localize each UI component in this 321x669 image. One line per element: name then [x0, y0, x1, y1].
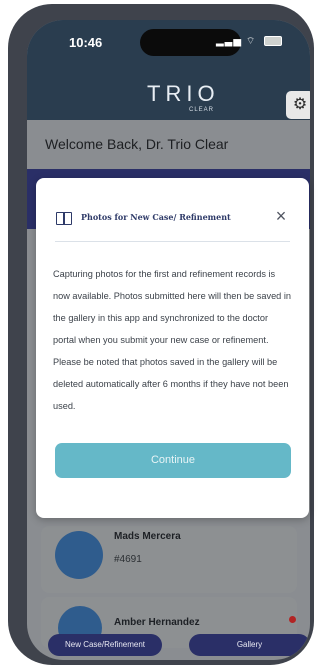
status-dot [289, 616, 296, 623]
signal-icon: ▂▃▅ [215, 36, 243, 47]
new-case-button[interactable]: New Case/Refinement [48, 634, 162, 656]
avatar [55, 531, 103, 579]
status-bar: 10:46 ▂▃▅ ⌔ [27, 20, 310, 64]
status-time: 10:46 [69, 35, 103, 50]
book-icon [56, 212, 72, 225]
welcome-banner: Welcome Back, Dr. Trio Clear [27, 120, 310, 169]
patient-name: Amber Hernandez [114, 617, 200, 628]
modal-body: Capturing photos for the first and refin… [53, 269, 291, 411]
modal-divider [55, 241, 290, 242]
photo-info-modal: Photos for New Case/ Refinement × Captur… [36, 178, 309, 518]
welcome-text: Welcome Back, Dr. Trio Clear [45, 136, 229, 152]
gallery-button[interactable]: Gallery [189, 634, 310, 656]
app-logo: TRIO [147, 81, 220, 106]
wifi-icon: ⌔ [245, 36, 257, 47]
patient-name: Mads Mercera [114, 531, 181, 542]
app-logo-subtitle: CLEAR [189, 107, 215, 113]
case-id: #4691 [114, 554, 142, 565]
continue-button[interactable]: Continue [55, 443, 291, 478]
bottom-navigation: New Case/Refinement Gallery [27, 634, 310, 660]
modal-title: Photos for New Case/ Refinement [81, 212, 231, 222]
modal-header: Photos for New Case/ Refinement × [56, 206, 291, 238]
settings-button[interactable]: ⚙ [286, 91, 310, 119]
patient-card[interactable]: Mads Mercera #4691 [41, 526, 297, 593]
close-icon[interactable]: × [271, 206, 291, 226]
battery-icon [264, 36, 282, 47]
status-icons: ▂▃▅ ⌔ [216, 35, 282, 48]
gear-icon: ⚙ [292, 96, 308, 113]
